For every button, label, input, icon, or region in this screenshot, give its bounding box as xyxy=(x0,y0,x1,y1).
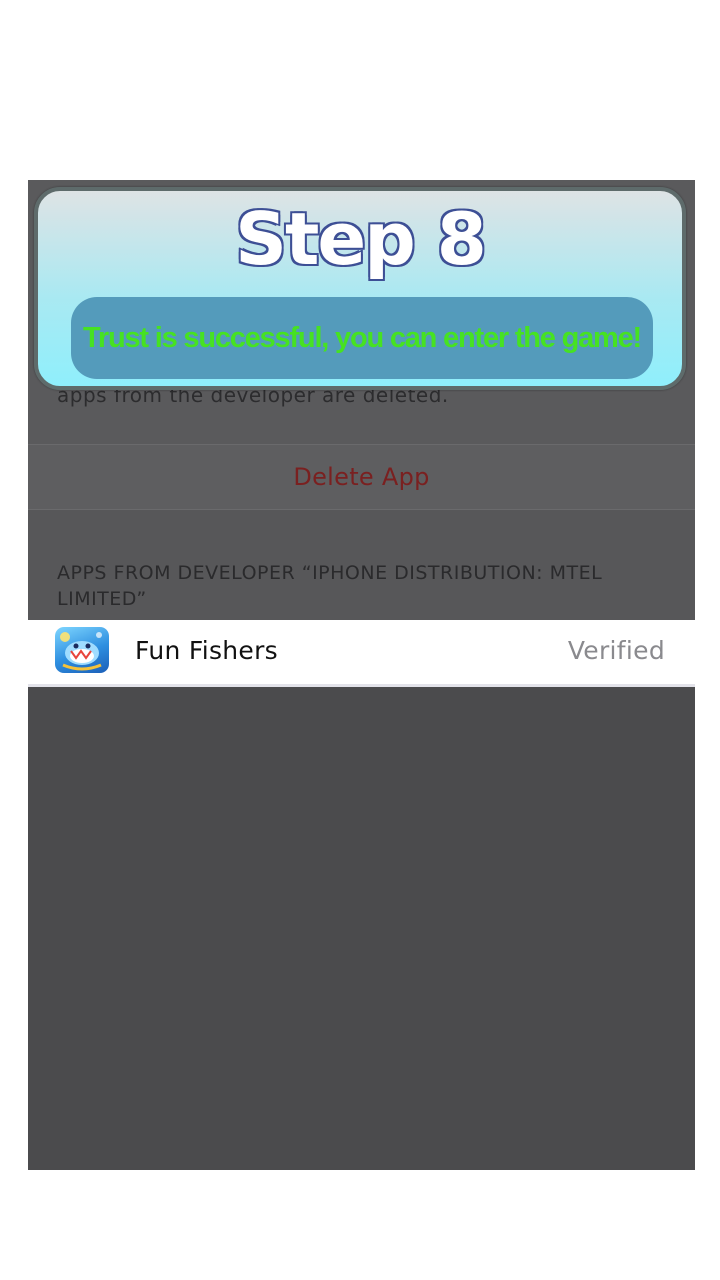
delete-app-row[interactable]: Delete App xyxy=(28,444,695,510)
message-pill: Trust is successful, you can enter the g… xyxy=(71,297,653,379)
app-row-fun-fishers[interactable]: Fun Fishers Verified xyxy=(28,620,695,687)
page: apps from the developer are deleted. Del… xyxy=(0,0,720,1280)
step-title: Step 8 xyxy=(234,196,489,283)
delete-app-button[interactable]: Delete App xyxy=(293,463,429,491)
step-overlay-card: Step 8 Trust is successful, you can ente… xyxy=(34,187,686,390)
app-name: Fun Fishers xyxy=(135,636,279,665)
apps-section-header: APPS FROM DEVELOPER “IPHONE DISTRIBUTION… xyxy=(57,562,603,610)
success-message: Trust is successful, you can enter the g… xyxy=(82,321,642,354)
fun-fishers-app-icon xyxy=(55,627,109,673)
app-status-verified: Verified xyxy=(567,636,665,665)
